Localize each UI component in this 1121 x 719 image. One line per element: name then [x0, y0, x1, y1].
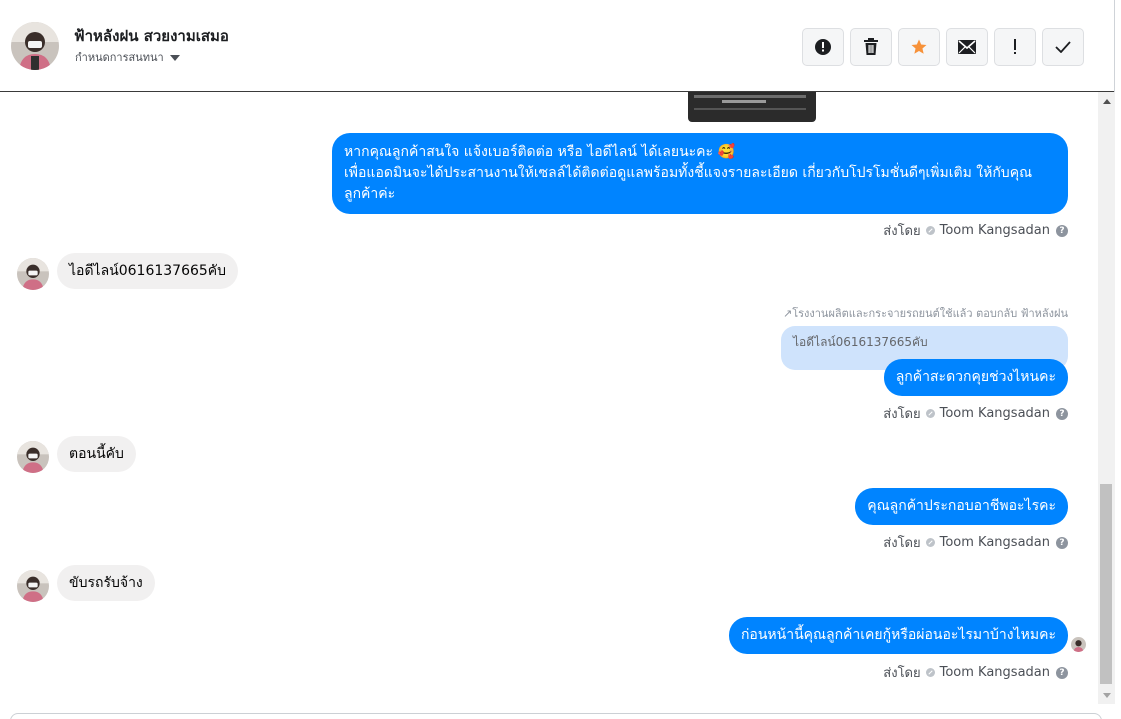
scroll-down-arrow[interactable] — [1098, 689, 1115, 701]
outgoing-message[interactable]: หากคุณลูกค้าสนใจ แจ้งเบอร์ติดต่อ หรือ ไอ… — [332, 133, 1068, 214]
scroll-up-arrow[interactable] — [1098, 95, 1115, 107]
incoming-message[interactable]: ขับรถรับจ้าง — [57, 565, 155, 601]
mark-unread-button[interactable] — [946, 28, 988, 66]
conversation-scrollbar[interactable] — [1098, 92, 1115, 704]
conversation-thread[interactable]: หากคุณลูกค้าสนใจ แจ้งเบอร์ติดต่อ หรือ ไอ… — [0, 92, 1098, 712]
message-composer[interactable] — [10, 713, 1102, 719]
help-icon[interactable]: ? — [1056, 224, 1068, 237]
contact-name[interactable]: ฟ้าหลังฝน สวยงามเสมอ — [74, 24, 229, 48]
outgoing-message[interactable]: ลูกค้าสะดวกคุยช่วงไหนคะ — [883, 359, 1068, 396]
mail-icon — [958, 40, 976, 54]
sent-by-label: ส่งโดย Toom Kangsadan ? — [883, 403, 1068, 424]
shared-image-attachment[interactable] — [688, 92, 816, 122]
mark-spam-button[interactable] — [802, 28, 844, 66]
follow-up-button[interactable] — [994, 28, 1036, 66]
alert-circle-icon — [815, 39, 831, 55]
seen-indicator-avatar — [1071, 637, 1086, 652]
help-icon[interactable]: ? — [1056, 666, 1068, 679]
sent-by-label: ส่งโดย Toom Kangsadan ? — [883, 532, 1068, 553]
contact-avatar-small[interactable] — [17, 570, 49, 602]
agent-check-icon — [925, 538, 935, 547]
sent-by-label: ส่งโดย Toom Kangsadan ? — [883, 662, 1068, 683]
star-icon — [911, 39, 927, 54]
contact-avatar-small[interactable] — [17, 441, 49, 473]
help-icon[interactable]: ? — [1056, 536, 1068, 549]
check-icon — [1055, 41, 1071, 53]
header-divider — [1114, 0, 1115, 92]
conversation-header: ฟ้าหลังฝน สวยงามเสมอ กำหนดการสนทนา — [0, 0, 1115, 92]
exclamation-icon — [1014, 39, 1016, 54]
agent-check-icon — [925, 226, 935, 235]
contact-avatar-small[interactable] — [17, 258, 49, 290]
header-actions — [802, 28, 1084, 66]
incoming-message[interactable]: ตอนนี้คับ — [57, 436, 136, 472]
agent-check-icon — [925, 668, 935, 677]
sent-by-agent[interactable]: Toom Kangsadan — [940, 535, 1050, 550]
sent-by-agent[interactable]: Toom Kangsadan — [940, 223, 1050, 238]
reply-context-note: ↗โรงงานผลิตและกระจายรถยนต์ใช้แล้ว ตอบกลั… — [782, 307, 1068, 320]
mark-done-button[interactable] — [1042, 28, 1084, 66]
sent-by-agent[interactable]: Toom Kangsadan — [940, 665, 1050, 680]
outgoing-message[interactable]: คุณลูกค้าประกอบอาชีพอะไรคะ — [855, 488, 1068, 525]
delete-button[interactable] — [850, 28, 892, 66]
conversation-settings-label: กำหนดการสนทนา — [75, 51, 164, 64]
contact-avatar[interactable] — [11, 22, 59, 70]
agent-check-icon — [925, 409, 935, 418]
scrollbar-thumb[interactable] — [1100, 484, 1112, 684]
trash-icon — [864, 38, 878, 55]
sent-by-label: ส่งโดย Toom Kangsadan ? — [883, 220, 1068, 241]
outgoing-message[interactable]: ก่อนหน้านี้คุณลูกค้าเคยกู้หรือผ่อนอะไรมา… — [728, 617, 1068, 654]
caret-down-icon — [169, 54, 180, 61]
conversation-settings-dropdown[interactable]: กำหนดการสนทนา — [75, 48, 180, 66]
sent-by-agent[interactable]: Toom Kangsadan — [940, 406, 1050, 421]
star-button[interactable] — [898, 28, 940, 66]
incoming-message[interactable]: ไอดีไลน์0616137665คับ — [57, 253, 239, 289]
help-icon[interactable]: ? — [1056, 407, 1068, 420]
